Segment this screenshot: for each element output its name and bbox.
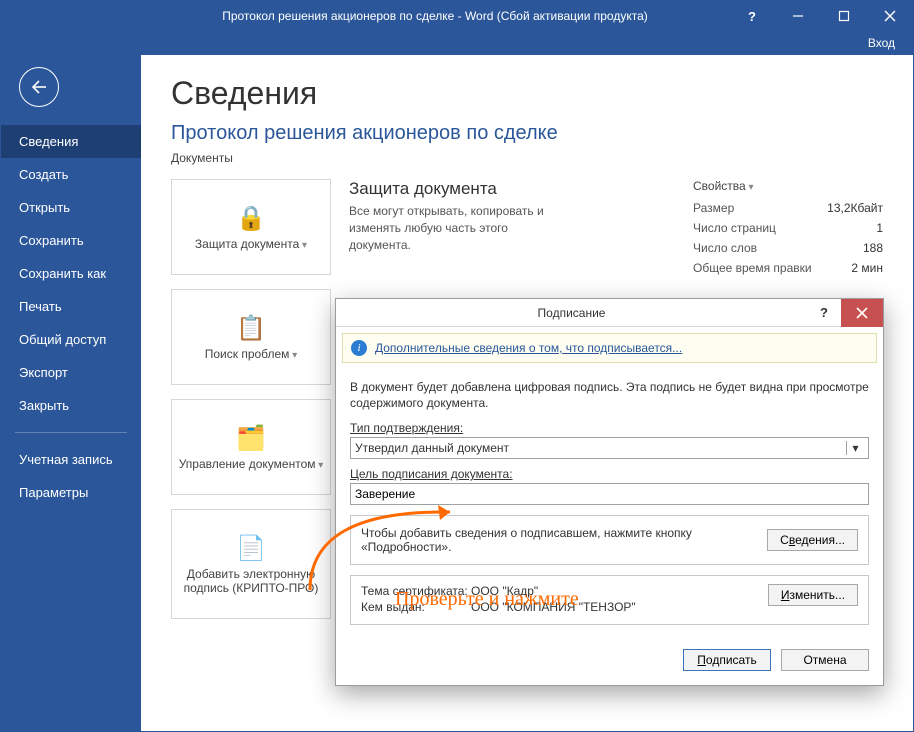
add-signature-card[interactable]: 📄 Добавить электронную подпись (КРИПТО-П… (171, 509, 331, 619)
close-icon (856, 307, 868, 319)
confirmation-type-value: Утвердил данный документ (355, 441, 509, 455)
protect-section-title: Защита документа (349, 179, 675, 199)
manage-document-card[interactable]: 🗂️ Управление документом (171, 399, 331, 495)
help-button[interactable]: ? (729, 1, 775, 31)
prop-edit-v: 2 мин (851, 261, 883, 275)
lock-icon: 🔒 (236, 204, 266, 233)
prop-pages-k: Число страниц (693, 221, 776, 235)
prop-pages-v: 1 (876, 221, 883, 235)
titlebar: Протокол решения акционеров по сделке - … (1, 1, 913, 31)
nav-options[interactable]: Параметры (1, 476, 141, 509)
prop-edit-k: Общее время правки (693, 261, 812, 275)
cert-subject-k: Тема сертификата: (361, 584, 471, 598)
dialog-description: В документ будет добавлена цифровая подп… (350, 379, 869, 411)
nav-export[interactable]: Экспорт (1, 356, 141, 389)
dialog-button-row: Подписать Отмена (336, 639, 883, 685)
info-bar: i Дополнительные сведения о том, что под… (342, 333, 877, 363)
certificate-box: Тема сертификата:ООО "Кадр" Кем выдан:ОО… (350, 575, 869, 625)
inspect-document-card[interactable]: 📋 Поиск проблем (171, 289, 331, 385)
signer-details-text: Чтобы добавить сведения о подписавшем, н… (361, 526, 757, 554)
dialog-body: В документ будет добавлена цифровая подп… (336, 369, 883, 639)
document-path: Документы (171, 151, 883, 165)
sidebar: Сведения Создать Открыть Сохранить Сохра… (1, 55, 141, 731)
nav-save[interactable]: Сохранить (1, 224, 141, 257)
maximize-icon (838, 10, 850, 22)
signing-more-info-link[interactable]: Дополнительные сведения о том, что подпи… (375, 341, 682, 355)
prop-size-k: Размер (693, 201, 734, 215)
nav-info[interactable]: Сведения (1, 125, 141, 158)
nav-share[interactable]: Общий доступ (1, 323, 141, 356)
certificate-info: Тема сертификата:ООО "Кадр" Кем выдан:ОО… (361, 584, 768, 616)
confirmation-type-label: Тип подтверждения: (350, 421, 869, 435)
dialog-help-button[interactable]: ? (807, 305, 841, 320)
change-cert-button[interactable]: Изменить... (768, 584, 858, 606)
signin-row: Вход (1, 31, 913, 55)
nav-separator (15, 432, 127, 433)
inspect-label: Поиск проблем (205, 347, 298, 361)
addsig-label: Добавить электронную подпись (КРИПТО-ПРО… (176, 567, 326, 595)
nav-open[interactable]: Открыть (1, 191, 141, 224)
prop-words-v: 188 (863, 241, 883, 255)
manage-icon: 🗂️ (236, 424, 266, 453)
cert-subject-v: ООО "Кадр" (471, 584, 538, 598)
action-cards-column: 🔒 Защита документа 📋 Поиск проблем 🗂️ Уп… (171, 179, 331, 619)
confirmation-type-select[interactable]: Утвердил данный документ ▾ (350, 437, 869, 459)
minimize-button[interactable] (775, 1, 821, 31)
page-heading: Сведения (171, 75, 883, 112)
signer-details-box: Чтобы добавить сведения о подписавшем, н… (350, 515, 869, 565)
nav-saveas[interactable]: Сохранить как (1, 257, 141, 290)
nav-print[interactable]: Печать (1, 290, 141, 323)
purpose-input[interactable] (350, 483, 869, 505)
close-button[interactable] (867, 1, 913, 31)
dialog-titlebar: Подписание ? (336, 299, 883, 327)
dialog-close-button[interactable] (841, 299, 883, 327)
protect-label: Защита документа (195, 237, 307, 251)
sign-button[interactable]: Подписать (683, 649, 771, 671)
prop-size-v: 13,2Кбайт (827, 201, 883, 215)
cert-issuer-k: Кем выдан: (361, 600, 471, 614)
details-button[interactable]: Сведения... (767, 529, 858, 551)
signin-link[interactable]: Вход (868, 36, 895, 50)
manage-label: Управление документом (179, 457, 324, 471)
maximize-button[interactable] (821, 1, 867, 31)
window-title: Протокол решения акционеров по сделке - … (141, 9, 729, 23)
nav-new[interactable]: Создать (1, 158, 141, 191)
protect-document-card[interactable]: 🔒 Защита документа (171, 179, 331, 275)
back-button[interactable] (19, 67, 59, 107)
close-icon (884, 10, 896, 22)
cert-issuer-v: ООО "КОМПАНИЯ "ТЕНЗОР" (471, 600, 636, 614)
cancel-button[interactable]: Отмена (781, 649, 869, 671)
minimize-icon (792, 10, 804, 22)
signing-dialog: Подписание ? i Дополнительные сведения о… (335, 298, 884, 686)
nav-close[interactable]: Закрыть (1, 389, 141, 422)
properties-header[interactable]: Свойства (693, 179, 883, 193)
nav-account[interactable]: Учетная запись (1, 443, 141, 476)
back-arrow-icon (29, 77, 49, 97)
dialog-title: Подписание (336, 306, 807, 320)
prop-words-k: Число слов (693, 241, 757, 255)
inspect-icon: 📋 (236, 314, 266, 343)
document-title: Протокол решения акционеров по сделке (171, 122, 883, 145)
dropdown-icon: ▾ (846, 441, 864, 455)
info-icon: i (351, 340, 367, 356)
signature-icon: 📄 (236, 534, 266, 563)
protect-section-desc: Все могут открывать, копировать и изменя… (349, 203, 559, 253)
purpose-label: Цель подписания документа: (350, 467, 869, 481)
